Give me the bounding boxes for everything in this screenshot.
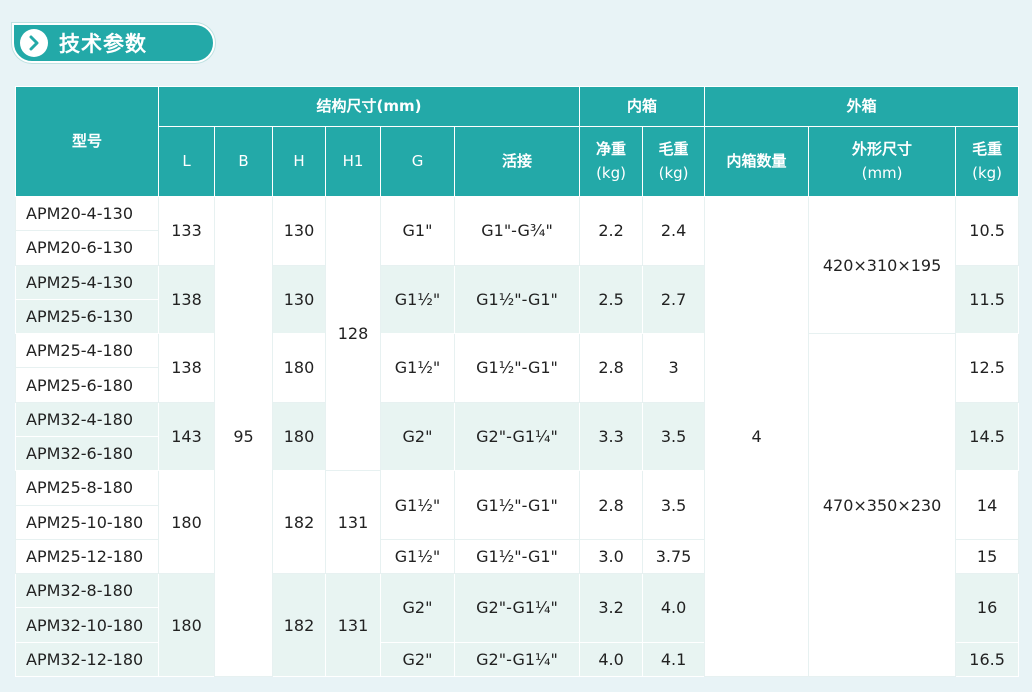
fitting-cell: G2"-G1¼" (453, 573, 581, 643)
gross-weight-cell: 4.1 (642, 641, 706, 678)
G-cell: G1½" (380, 264, 455, 335)
fitting-cell: G1½"-G1" (453, 470, 581, 540)
L-cell: 143 (158, 401, 215, 472)
header-outer-box: 外箱 (704, 86, 1020, 127)
outer-gross-cell: 10.5 (955, 196, 1020, 266)
outer-gross-cell: 14 (955, 470, 1020, 540)
G-cell: G1½" (380, 538, 455, 575)
inner-qty-cell: 4 (704, 196, 810, 677)
model-cell: APM32-10-180 (15, 607, 159, 643)
model-cell: APM20-4-130 (15, 195, 159, 232)
H1-cell: 131 (325, 470, 381, 575)
header-H1: H1 (325, 126, 381, 197)
header-inner-qty: 内箱数量 (704, 126, 810, 197)
model-cell: APM32-4-180 (15, 401, 159, 437)
header-G: G (380, 126, 455, 197)
outer-gross-cell: 11.5 (955, 264, 1020, 335)
model-cell: APM25-6-180 (15, 367, 159, 403)
G-cell: G2" (380, 401, 455, 472)
header-inner-box: 内箱 (579, 86, 706, 127)
net-weight-cell: 3.0 (579, 538, 644, 575)
outer-gross-cell: 12.5 (955, 333, 1020, 403)
header-L: L (158, 126, 215, 197)
H1-cell: 128 (325, 195, 381, 472)
G-cell: G1½" (380, 470, 455, 540)
spec-table: 型号 结构尺寸(mm) 内箱 外箱 L B H H1 G 活接 净重 (kg) 毛… (15, 86, 1020, 678)
model-cell: APM25-10-180 (15, 504, 159, 540)
L-cell: 138 (158, 264, 215, 335)
model-cell: APM32-6-180 (15, 435, 159, 472)
fitting-cell: G1½"-G1" (453, 264, 581, 335)
header-gross-weight: 毛重 (kg) (642, 126, 706, 197)
net-weight-cell: 3.2 (579, 573, 644, 643)
H-cell: 130 (272, 196, 326, 266)
net-weight-cell: 2.8 (579, 333, 644, 403)
header-model: 型号 (15, 86, 159, 197)
section-title-banner: 技术参数 (12, 23, 215, 63)
model-cell: APM32-12-180 (15, 641, 159, 678)
H1-cell: 131 (325, 573, 381, 677)
net-weight-cell: 2.8 (579, 470, 644, 540)
header-H: H (272, 126, 326, 197)
model-cell: APM25-12-180 (15, 538, 159, 575)
net-weight-cell: 2.2 (579, 196, 644, 266)
header-outer-size: 外形尺寸 (mm) (808, 126, 957, 197)
net-weight-cell: 3.3 (579, 401, 644, 472)
model-cell: APM25-4-180 (15, 333, 159, 369)
L-cell: 138 (158, 333, 215, 403)
outer-gross-cell: 16 (955, 573, 1020, 643)
H-cell: 182 (272, 470, 326, 575)
gross-weight-cell: 2.4 (642, 196, 706, 266)
fitting-cell: G2"-G1¼" (453, 641, 581, 678)
L-cell: 180 (158, 573, 215, 677)
chevron-right-icon (20, 29, 48, 57)
G-cell: G2" (380, 573, 455, 643)
model-cell: APM25-6-130 (15, 298, 159, 335)
B-cell: 95 (214, 196, 273, 677)
outer-gross-cell: 15 (955, 538, 1020, 575)
model-cell: APM20-6-130 (15, 230, 159, 266)
outer-size-cell: 420×310×195 (808, 195, 957, 335)
H-cell: 182 (272, 573, 326, 677)
fitting-cell: G1½"-G1" (453, 333, 581, 403)
L-cell: 133 (158, 196, 215, 266)
header-structure: 结构尺寸(mm) (157, 86, 581, 127)
H-cell: 180 (272, 401, 326, 472)
header-net-weight: 净重 (kg) (579, 126, 644, 197)
header-outer-gross: 毛重 (kg) (955, 126, 1020, 197)
net-weight-cell: 4.0 (579, 641, 644, 678)
gross-weight-cell: 3 (642, 333, 706, 403)
outer-size-cell: 470×350×230 (808, 333, 957, 677)
model-cell: APM32-8-180 (15, 573, 159, 609)
gross-weight-cell: 3.5 (642, 401, 706, 472)
model-cell: APM25-8-180 (15, 470, 159, 506)
fitting-cell: G1"-G¾" (453, 196, 581, 266)
outer-gross-cell: 14.5 (955, 401, 1020, 472)
L-cell: 180 (158, 470, 215, 575)
outer-gross-cell: 16.5 (955, 641, 1020, 678)
header-B: B (214, 126, 273, 197)
gross-weight-cell: 3.5 (642, 470, 706, 540)
model-cell: APM25-4-130 (15, 264, 159, 300)
H-cell: 180 (272, 333, 326, 403)
net-weight-cell: 2.5 (579, 264, 644, 335)
fitting-cell: G2"-G1¼" (453, 401, 581, 472)
gross-weight-cell: 2.7 (642, 264, 706, 335)
H-cell: 130 (272, 264, 326, 335)
section-title: 技术参数 (59, 32, 147, 56)
G-cell: G2" (380, 641, 455, 678)
G-cell: G1" (380, 196, 455, 266)
gross-weight-cell: 4.0 (642, 573, 706, 643)
G-cell: G1½" (380, 333, 455, 403)
gross-weight-cell: 3.75 (642, 538, 706, 575)
fitting-cell: G1½"-G1" (453, 538, 581, 575)
header-fitting: 活接 (453, 126, 581, 197)
